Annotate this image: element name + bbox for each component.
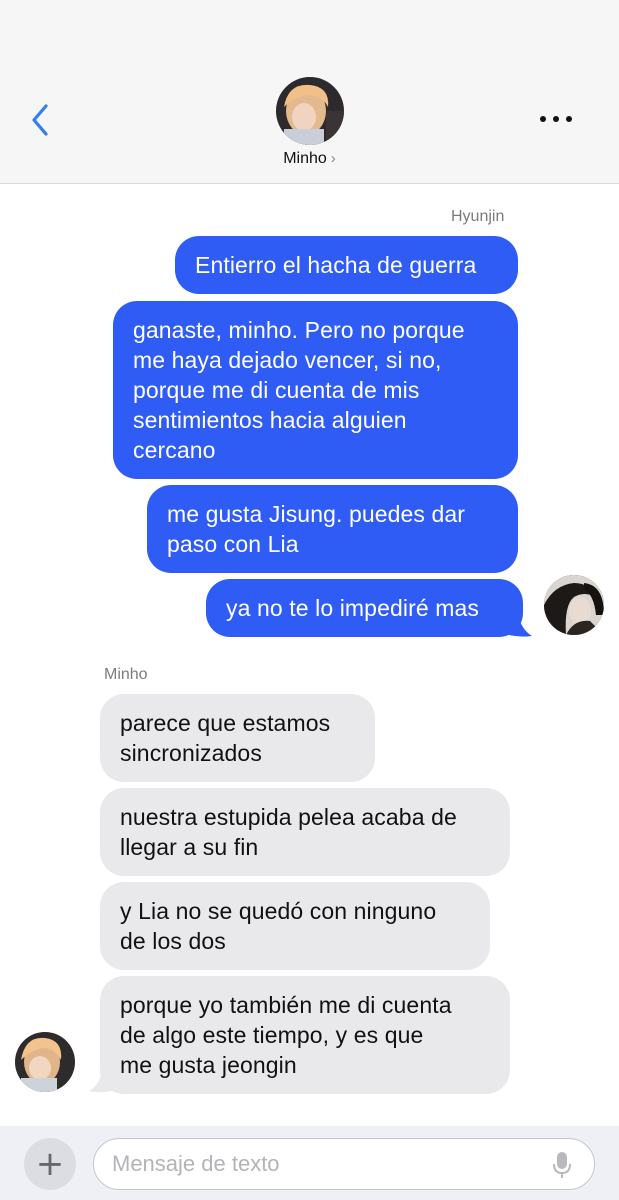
incoming-sender-label: Minho [104, 666, 148, 683]
contact-name: Minho [283, 150, 327, 167]
message-input[interactable] [93, 1138, 595, 1190]
incoming-message[interactable]: parece que estamos sincronizados [100, 694, 375, 782]
microphone-icon[interactable] [552, 1150, 572, 1180]
outgoing-sender-label: Hyunjin [451, 208, 505, 225]
ellipsis-icon[interactable] [538, 108, 574, 130]
sender-avatar [544, 575, 604, 635]
outgoing-message[interactable]: me gusta Jisung. puedes dar paso con Lia [147, 485, 518, 573]
contact-name-button[interactable]: Minho › [0, 150, 619, 168]
add-attachment-button[interactable]: + [24, 1138, 76, 1190]
plus-icon: + [35, 1144, 65, 1184]
outgoing-message[interactable]: Entierro el hacha de guerra [175, 236, 518, 294]
chevron-right-icon: › [330, 150, 336, 167]
outgoing-message[interactable]: ganaste, minho. Pero no porque me haya d… [113, 301, 518, 479]
incoming-message[interactable]: y Lia no se quedó con ninguno de los dos [100, 882, 490, 970]
incoming-message[interactable]: nuestra estupida pelea acaba de llegar a… [100, 788, 510, 876]
outgoing-message[interactable]: ya no te lo impediré mas [206, 579, 523, 637]
contact-avatar-small [15, 1032, 75, 1092]
back-chevron-icon[interactable] [26, 100, 56, 140]
contact-avatar[interactable] [276, 77, 344, 145]
incoming-message[interactable]: porque yo también me di cuenta de algo e… [100, 976, 510, 1094]
